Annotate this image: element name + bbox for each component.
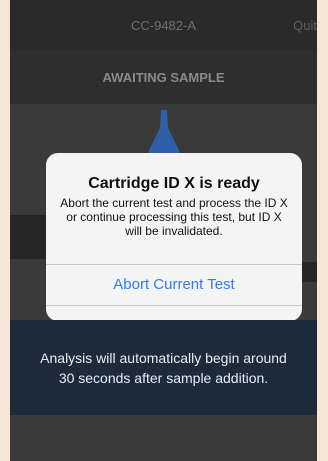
app-screen: CC-9482-A Quit AWAITING SAMPLE Cartridge… bbox=[10, 0, 317, 461]
status-label: AWAITING SAMPLE bbox=[102, 70, 225, 85]
top-bar: CC-9482-A Quit bbox=[10, 0, 317, 50]
cartridge-ready-dialog: Cartridge ID X is ready Abort the curren… bbox=[46, 153, 302, 321]
dialog-title: Cartridge ID X is ready bbox=[88, 175, 260, 192]
info-banner: Analysis will automatically begin around… bbox=[10, 320, 317, 415]
device-id: CC-9482-A bbox=[130, 18, 197, 33]
dialog-message: Abort the current test and process the I… bbox=[60, 196, 288, 238]
quit-button[interactable]: Quit bbox=[293, 18, 317, 33]
banner-text: Analysis will automatically begin around… bbox=[40, 349, 287, 386]
dialog-divider bbox=[46, 305, 302, 306]
cartridge-slot-left bbox=[10, 215, 50, 259]
abort-current-test-button[interactable]: Abort Current Test bbox=[46, 265, 302, 305]
